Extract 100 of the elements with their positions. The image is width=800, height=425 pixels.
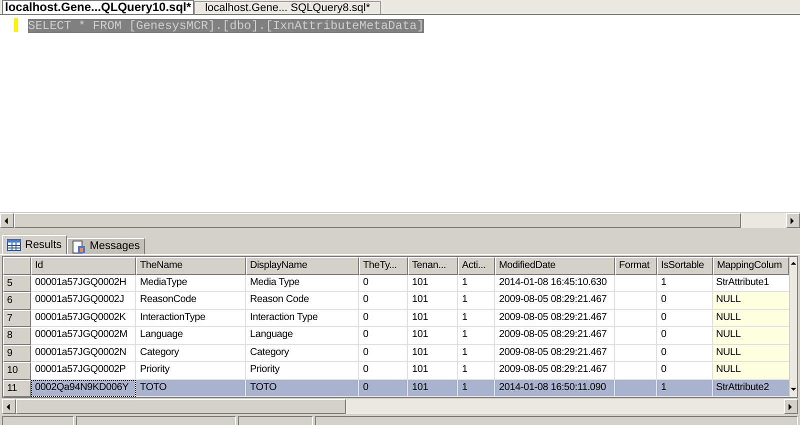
table-cell: 1 [458,275,495,292]
table-cell [615,327,657,345]
table-cell [615,310,657,328]
table-cell: 00001a57JGQ0002H [31,275,136,292]
table-cell: 2009-08-05 08:29:21.467 [495,327,615,345]
table-cell: 2014-01-08 16:45:10.630 [495,275,615,292]
grid-icon [7,239,21,251]
table-cell: NULL [713,292,789,310]
table-cell: 101 [408,344,458,362]
column-header[interactable]: DisplayName [246,257,359,275]
table-cell: 1 [458,380,495,397]
table-cell: 00001a57JGQ0002P [31,362,136,380]
table-cell: 2009-08-05 08:29:21.467 [495,362,615,380]
scroll-left-icon[interactable] [5,402,13,410]
table-cell: 0 [657,310,713,328]
table-cell [615,380,657,397]
status-bar-panel [2,416,74,425]
table-cell: 101 [408,327,458,345]
table-cell: 0 [359,275,408,292]
table-cell: NULL [713,344,789,362]
table-cell [615,275,657,292]
column-header[interactable]: Id [31,257,136,275]
table-cell: NULL [713,327,789,345]
table-cell: 0 [657,327,713,345]
table-cell: 0 [359,362,408,380]
table-cell: 1 [657,275,713,292]
table-cell: Reason Code [246,292,359,310]
table-cell: 1 [458,327,495,345]
table-cell: Priority [246,362,359,380]
table-cell: StrAttribute1 [713,275,789,292]
column-header[interactable]: Format [615,257,657,275]
table-cell: 1 [458,292,495,310]
table-cell: 00001a57JGQ0002K [31,310,136,328]
table-cell: 0002Qa94N9KD006Y [31,380,136,397]
row-header[interactable]: 10 [3,362,31,380]
table-cell: Category [246,344,359,362]
row-header[interactable]: 5 [3,275,31,292]
table-cell: 0 [657,362,713,380]
grid-corner[interactable] [3,257,31,275]
column-header[interactable]: Tenan... [408,257,458,275]
table-cell: 2009-08-05 08:29:21.467 [495,344,615,362]
table-cell: 0 [359,292,408,310]
table-cell: Category [136,344,246,362]
table-cell: 1 [458,344,495,362]
table-cell: InteractionType [136,310,246,328]
horizontal-scrollbar[interactable] [2,398,798,414]
table-cell: ReasonCode [136,292,246,310]
table-cell: 2009-08-05 08:29:21.467 [495,292,615,310]
column-header[interactable]: ModifiedDate [495,257,615,275]
table-cell: Priority [136,362,246,380]
row-header[interactable]: 6 [3,292,31,310]
table-cell: 0 [359,344,408,362]
table-cell: 101 [408,380,458,397]
column-header[interactable]: IsSortable [657,257,713,275]
row-header[interactable]: 11 [3,380,31,397]
table-cell: StrAttribute2 [713,380,789,397]
table-cell: 2009-08-05 08:29:21.467 [495,310,615,328]
table-cell: MediaType [136,275,246,292]
table-cell: 0 [657,344,713,362]
column-header[interactable]: Acti... [458,257,495,275]
table-cell: 101 [408,292,458,310]
table-cell: NULL [713,362,789,380]
row-header[interactable]: 8 [3,327,31,345]
table-cell: 101 [408,362,458,380]
result-tab[interactable]: Results [2,235,67,254]
table-cell: 0 [657,292,713,310]
table-cell: 101 [408,275,458,292]
editor-tab[interactable]: localhost.Gene...QLQuery10.sql* [2,0,194,14]
table-cell: TOTO [136,380,246,397]
table-cell: 00001a57JGQ0002N [31,344,136,362]
table-cell [615,362,657,380]
table-cell: 00001a57JGQ0002J [31,292,136,310]
table-cell: Language [246,327,359,345]
table-cell: Language [136,327,246,345]
table-cell: 1 [458,362,495,380]
column-header[interactable]: TheTy... [359,257,408,275]
table-cell: TOTO [246,380,359,397]
scrollbar-thumb[interactable] [16,399,346,414]
table-cell: 0 [359,380,408,397]
column-header[interactable]: TheName [136,257,246,275]
sql-query: SELECT * FROM [GenesysMCR].[dbo].[IxnAttributeMetaData] [28,19,424,33]
table-cell: 1 [657,380,713,397]
table-cell: Interaction Type [246,310,359,328]
row-header[interactable]: 9 [3,344,31,362]
vertical-scrollbar[interactable] [789,257,797,397]
table-cell: 1 [458,310,495,328]
result-tab[interactable]: Messages [66,238,145,254]
table-cell: NULL [713,310,789,328]
scroll-left-icon[interactable] [3,216,11,224]
table-cell: 101 [408,310,458,328]
table-cell [615,292,657,310]
table-cell: 0 [359,310,408,328]
column-header[interactable]: MappingColum [713,257,789,275]
table-cell: 00001a57JGQ0002M [31,327,136,345]
table-cell: 0 [359,327,408,345]
editor-tab[interactable]: localhost.Gene... SQLQuery8.sql* [194,1,382,14]
table-cell [615,344,657,362]
table-cell: Media Type [246,275,359,292]
table-cell: 2014-01-08 16:50:11.090 [495,380,615,397]
row-header[interactable]: 7 [3,310,31,328]
